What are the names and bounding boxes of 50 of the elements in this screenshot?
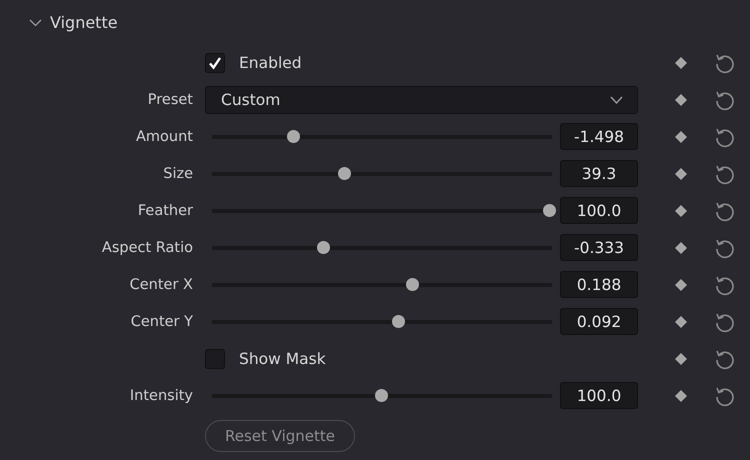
reset-icon[interactable] <box>714 88 736 110</box>
reset-icon[interactable] <box>714 310 736 332</box>
value-field[interactable]: -0.333 <box>560 234 638 261</box>
slider-thumb[interactable] <box>392 315 405 328</box>
field-label: Preset <box>148 92 194 108</box>
keyframe-diamond-icon[interactable] <box>675 316 687 328</box>
reset-icon[interactable] <box>714 274 736 296</box>
keyframe-diamond-icon[interactable] <box>675 94 687 106</box>
slider-thumb[interactable] <box>375 389 388 402</box>
caret-icon <box>610 96 623 104</box>
slider-thumb[interactable] <box>286 130 300 143</box>
slider-thumb[interactable] <box>543 204 556 217</box>
field-label: Amount <box>136 128 194 144</box>
reset-icon[interactable] <box>714 52 736 74</box>
field-label: Size <box>163 166 194 182</box>
field-label: Aspect Ratio <box>102 240 194 256</box>
keyframe-diamond-icon[interactable] <box>675 204 687 216</box>
checkbox-label: Enabled <box>239 54 302 72</box>
field-label: Feather <box>138 202 194 218</box>
section-title: Vignette <box>50 12 118 32</box>
checkbox[interactable] <box>205 348 225 368</box>
field-label: Center X <box>130 276 194 292</box>
field-label: Center Y <box>130 314 194 330</box>
value-field[interactable]: -1.498 <box>560 123 638 150</box>
value-field[interactable]: 0.092 <box>560 308 638 335</box>
value-field[interactable]: 39.3 <box>560 160 638 187</box>
reset-icon[interactable] <box>714 200 736 222</box>
slider-thumb[interactable] <box>406 278 419 291</box>
reset-icon[interactable] <box>714 236 736 258</box>
reset-icon[interactable] <box>714 126 736 148</box>
keyframe-diamond-icon[interactable] <box>675 242 687 254</box>
keyframe-diamond-icon[interactable] <box>675 352 687 364</box>
field-label: Intensity <box>130 388 194 404</box>
slider-thumb[interactable] <box>338 167 351 180</box>
checkbox[interactable] <box>205 52 225 72</box>
keyframe-diamond-icon[interactable] <box>675 278 687 290</box>
checkbox-label: Show Mask <box>239 350 326 368</box>
keyframe-diamond-icon[interactable] <box>675 390 687 402</box>
reset-vignette-button[interactable]: Reset Vignette <box>205 420 356 452</box>
reset-icon[interactable] <box>714 384 736 406</box>
reset-icon[interactable] <box>714 162 736 184</box>
slider-thumb[interactable] <box>317 241 330 254</box>
keyframe-diamond-icon[interactable] <box>675 56 687 68</box>
keyframe-diamond-icon[interactable] <box>675 168 687 180</box>
value-field[interactable]: 100.0 <box>560 197 638 224</box>
preset-dropdown[interactable]: Custom <box>205 86 638 114</box>
reset-icon[interactable] <box>714 348 736 370</box>
value-field[interactable]: 0.188 <box>560 271 638 298</box>
value-field[interactable]: 100.0 <box>560 382 638 409</box>
keyframe-diamond-icon[interactable] <box>675 130 687 142</box>
